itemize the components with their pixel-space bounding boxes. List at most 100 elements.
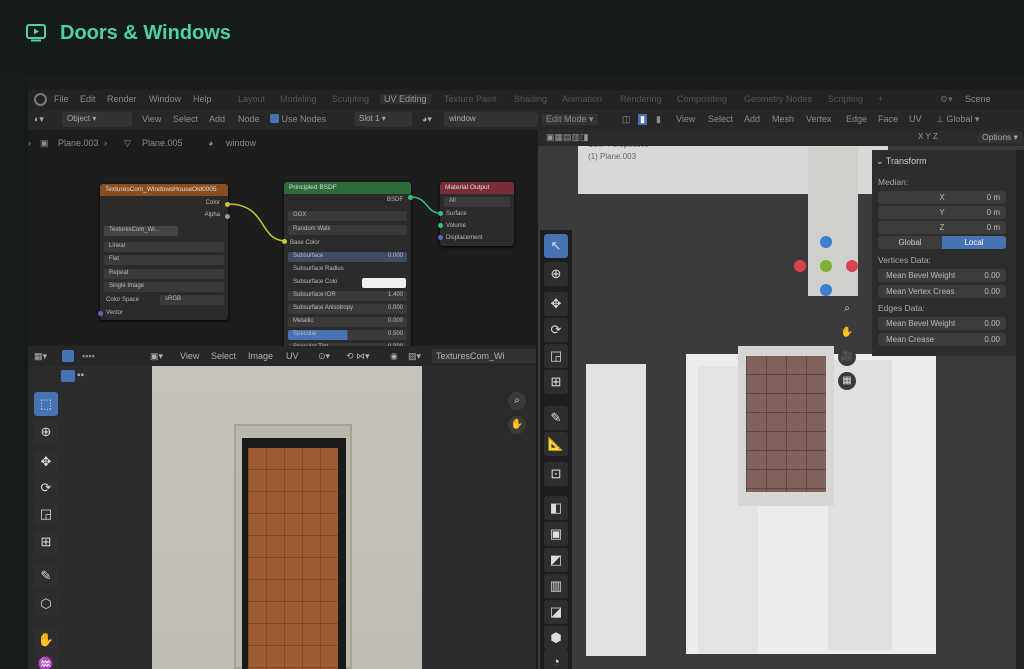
scale-tool[interactable]: ◲	[544, 344, 568, 368]
metallic-field[interactable]: Metallic 0.000	[288, 317, 407, 327]
face-select-icon[interactable]: ▮	[638, 114, 647, 125]
socket-surface[interactable]	[438, 211, 443, 216]
vp-menu-mesh[interactable]: Mesh	[772, 114, 794, 124]
material-output-node[interactable]: Material Output All Surface Volume Displ…	[440, 182, 514, 246]
annotate-tool[interactable]: ✎	[544, 406, 568, 430]
global-toggle[interactable]: Global	[878, 236, 942, 249]
uv-pan-icon[interactable]: ✋	[508, 416, 526, 434]
bevel-tool[interactable]: ◩	[544, 548, 568, 572]
camera-icon[interactable]: 🎥	[838, 348, 856, 366]
tab-texture-paint[interactable]: Texture Paint	[444, 94, 497, 104]
image-texture-node[interactable]: TexturesCom_WindowsHouseOld0005 Color Al…	[100, 184, 228, 320]
specular-field[interactable]: Specular 0.500	[288, 330, 407, 340]
uv-rotate-tool[interactable]: ⟳	[34, 476, 58, 500]
median-x-field[interactable]: X0 m	[878, 191, 1006, 204]
gizmo-neg-x-axis[interactable]	[846, 260, 858, 272]
rotate-tool[interactable]: ⟳	[544, 318, 568, 342]
add-workspace-button[interactable]: +	[878, 94, 883, 104]
tab-geometry-nodes[interactable]: Geometry Nodes	[744, 94, 812, 104]
vp-menu-add[interactable]: Add	[744, 114, 760, 124]
socket-color[interactable]	[225, 202, 230, 207]
median-y-field[interactable]: Y0 m	[878, 206, 1006, 219]
poly-build-tool[interactable]: ⬢	[544, 626, 568, 650]
uv-texture-image[interactable]	[152, 366, 422, 669]
gizmo-neg-z-axis[interactable]	[820, 284, 832, 296]
gizmo-x-axis[interactable]	[794, 260, 806, 272]
vp-menu-select[interactable]: Select	[708, 114, 733, 124]
vp-menu-uv[interactable]: UV	[909, 114, 922, 124]
projection-dropdown[interactable]: Flat	[104, 255, 224, 265]
extension-dropdown[interactable]: Repeat	[104, 269, 224, 279]
extrude-tool[interactable]: ◧	[544, 496, 568, 520]
subsurface-field[interactable]: Subsurface 0.000	[288, 252, 407, 262]
tab-sculpting[interactable]: Sculpting	[332, 94, 369, 104]
uv-relax-tool[interactable]: ♒	[34, 652, 58, 669]
spin-tool[interactable]: ◔	[544, 650, 568, 669]
socket-volume[interactable]	[438, 223, 443, 228]
local-toggle[interactable]: Local	[942, 236, 1006, 249]
subsurface-color-field[interactable]: Subsurface Colo	[288, 278, 359, 288]
subsurface-method-dropdown[interactable]: Random Walk	[288, 225, 407, 235]
blender-logo-icon[interactable]	[34, 93, 47, 106]
source-dropdown[interactable]: Single Image	[104, 282, 224, 292]
sync-selection-icon[interactable]	[62, 350, 74, 362]
transform-tool[interactable]: ⊞	[544, 370, 568, 394]
uv-select-mode-others[interactable]: ▪▪	[77, 370, 103, 382]
median-z-field[interactable]: Z0 m	[878, 221, 1006, 234]
perspective-grid-icon[interactable]: ▦	[838, 372, 856, 390]
transform-panel-title[interactable]: ⌄ Transform	[876, 156, 927, 167]
tab-shading[interactable]: Shading	[514, 94, 547, 104]
principled-bsdf-node[interactable]: Principled BSDF BSDF GGX Random Walk Bas…	[284, 182, 411, 353]
tab-animation[interactable]: Animation	[562, 94, 602, 104]
xray-icon[interactable]: ▮	[656, 114, 661, 125]
uv-cursor-tool[interactable]: ⊕	[34, 420, 58, 444]
uv-select-mode-vertex[interactable]	[61, 370, 75, 382]
interpolation-dropdown[interactable]: Linear	[104, 242, 224, 252]
scene-icon[interactable]: ⚙▾	[940, 94, 953, 105]
uv-editor-type-icon[interactable]: ▦▾	[34, 351, 47, 362]
select-tool[interactable]: ↖	[544, 234, 568, 258]
menu-file[interactable]: File	[54, 94, 69, 104]
socket-bsdf[interactable]	[408, 195, 413, 200]
gizmo-y-axis[interactable]	[820, 260, 832, 272]
socket-vector[interactable]	[98, 311, 103, 316]
subsurface-radius-field[interactable]: Subsurface Radius	[288, 265, 407, 275]
edit-mode-dropdown[interactable]: Edit Mode ▾	[542, 114, 598, 125]
move-tool[interactable]: ✥	[544, 292, 568, 316]
3d-viewport[interactable]: Edit Mode ▾ ◫ ▮ ▮ View Select Add Mesh V…	[538, 110, 1024, 669]
uv-menu-image[interactable]: Image	[248, 351, 273, 361]
uv-view-mode-icon[interactable]: ▣▾	[150, 351, 163, 362]
edge-crease-field[interactable]: Mean Crease 0.00	[878, 333, 1006, 346]
options-dropdown[interactable]: Options ▾	[978, 132, 1022, 143]
add-cube-tool[interactable]: ⊡	[544, 462, 568, 486]
menu-window[interactable]: Window	[149, 94, 181, 104]
color-space-dropdown[interactable]: sRGB	[160, 295, 224, 305]
uv-rip-tool[interactable]: ⬡	[34, 592, 58, 616]
tab-compositing[interactable]: Compositing	[677, 94, 727, 104]
image-name-field[interactable]: TexturesCom_Wi...	[104, 226, 178, 236]
menu-help[interactable]: Help	[193, 94, 212, 104]
scene-name[interactable]: Scene	[965, 94, 991, 104]
menu-render[interactable]: Render	[107, 94, 137, 104]
subsurface-color-swatch[interactable]	[362, 278, 406, 288]
subsurface-ior-field[interactable]: Subsurface IOR 1.400	[288, 291, 407, 301]
knife-tool[interactable]: ◪	[544, 600, 568, 624]
vp-menu-edge[interactable]: Edge	[846, 114, 867, 124]
subsurface-anisotropy-field[interactable]: Subsurface Anisotropy 0.000	[288, 304, 407, 314]
uv-editor[interactable]: ▦▾ ▪▪▪▪ ▣▾ View Select Image UV ⊙▾ ⟲ ⋈▾ …	[28, 346, 536, 669]
vertex-bevel-weight-field[interactable]: Mean Bevel Weight 0.00	[878, 269, 1006, 282]
gizmo-z-axis[interactable]	[820, 236, 832, 248]
zoom-icon[interactable]: ⌕	[838, 300, 856, 318]
orientation-dropdown[interactable]: ⊥ Global ▾	[936, 114, 979, 125]
edge-bevel-weight-field[interactable]: Mean Bevel Weight 0.00	[878, 317, 1006, 330]
tab-scripting[interactable]: Scripting	[828, 94, 863, 104]
select-mode-icons[interactable]: ▪▪▪▪	[82, 351, 95, 361]
distribution-dropdown[interactable]: GGX	[288, 211, 407, 221]
uv-grab-tool[interactable]: ✋	[34, 628, 58, 652]
tab-rendering[interactable]: Rendering	[620, 94, 662, 104]
uv-menu-view[interactable]: View	[180, 351, 199, 361]
measure-tool[interactable]: 📐	[544, 432, 568, 456]
vertex-select-icon[interactable]: ◫	[622, 114, 631, 125]
uv-transform-tool[interactable]: ⊞	[34, 530, 58, 554]
inset-tool[interactable]: ▣	[544, 522, 568, 546]
